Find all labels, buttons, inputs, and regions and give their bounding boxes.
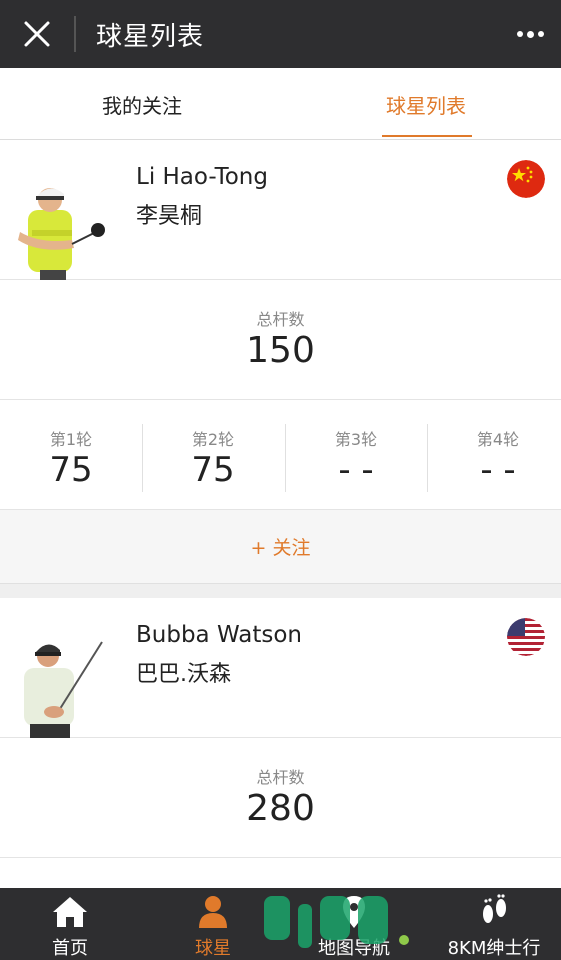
topbar-divider <box>74 16 76 52</box>
nav-label: 8KM绅士行 <box>447 938 541 959</box>
total-label: 总杆数 <box>256 310 305 329</box>
tab-bar: 我的关注 球星列表 <box>0 68 561 140</box>
tab-my-follows[interactable]: 我的关注 <box>42 68 242 140</box>
page-title: 球星列表 <box>96 21 205 52</box>
china-flag-icon <box>507 160 545 198</box>
player-photo <box>18 188 105 280</box>
player-header[interactable]: Bubba Watson 巴巴.沃森 <box>0 598 561 738</box>
close-icon <box>24 21 50 47</box>
nav-map[interactable]: 地图导航 <box>284 888 424 960</box>
nav-home[interactable]: 首页 <box>0 888 140 960</box>
footprints-icon <box>483 894 506 923</box>
round-label: 第2轮 <box>191 430 235 449</box>
player-photo <box>24 641 103 738</box>
home-icon <box>53 897 87 927</box>
round-value: 75 <box>49 450 93 490</box>
follow-button[interactable]: + 关注 <box>0 510 561 584</box>
more-dot <box>526 30 534 38</box>
round-1: 第1轮 75 <box>1 400 141 510</box>
round-value: - - <box>480 450 516 490</box>
tab-player-list[interactable]: 球星列表 <box>326 68 526 140</box>
player-card: Bubba Watson 巴巴.沃森 总杆数 280 <box>0 598 561 888</box>
round-2: 第2轮 75 <box>143 400 283 510</box>
round-label: 第3轮 <box>334 430 378 449</box>
player-name-cn: 巴巴.沃森 <box>136 662 231 687</box>
nav-label: 地图导航 <box>318 938 390 959</box>
nav-label: 球星 <box>195 938 231 959</box>
total-value: 280 <box>246 788 315 829</box>
more-dots-icon <box>516 31 523 37</box>
person-icon <box>199 896 227 928</box>
total-strokes: 总杆数 280 <box>0 738 561 858</box>
round-scores: 第1轮 75 第2轮 75 第3轮 - - 第4轮 - - <box>0 400 561 510</box>
round-4: 第4轮 - - <box>428 400 561 510</box>
nav-label: 首页 <box>52 938 88 959</box>
nav-players[interactable]: 球星 <box>143 888 283 960</box>
nav-8km[interactable]: 8KM绅士行 <box>424 888 561 960</box>
round-label: 第1轮 <box>49 430 93 449</box>
round-label: 第4轮 <box>476 430 520 449</box>
player-name-en: Li Hao-Tong <box>136 164 268 190</box>
player-header[interactable]: Li Hao-Tong 李昊桐 <box>0 140 561 280</box>
more-dot <box>537 31 544 37</box>
player-name-en: Bubba Watson <box>136 622 302 648</box>
map-pin-icon <box>343 896 365 928</box>
player-card: Li Hao-Tong 李昊桐 总杆数 150 第1轮 75 第2轮 75 第3… <box>0 140 561 584</box>
round-value: 75 <box>191 450 235 490</box>
total-label: 总杆数 <box>256 768 305 787</box>
close-button[interactable] <box>0 0 74 68</box>
more-button[interactable] <box>513 18 547 50</box>
round-3: 第3轮 - - <box>286 400 426 510</box>
round-value: - - <box>338 450 374 490</box>
player-name-cn: 李昊桐 <box>136 204 203 229</box>
usa-flag-icon <box>507 618 545 656</box>
total-strokes: 总杆数 150 <box>0 280 561 400</box>
total-value: 150 <box>246 330 315 371</box>
top-bar: 球星列表 <box>0 0 561 68</box>
bottom-nav: 首页 球星 地图导航 8KM绅士行 <box>0 888 561 960</box>
